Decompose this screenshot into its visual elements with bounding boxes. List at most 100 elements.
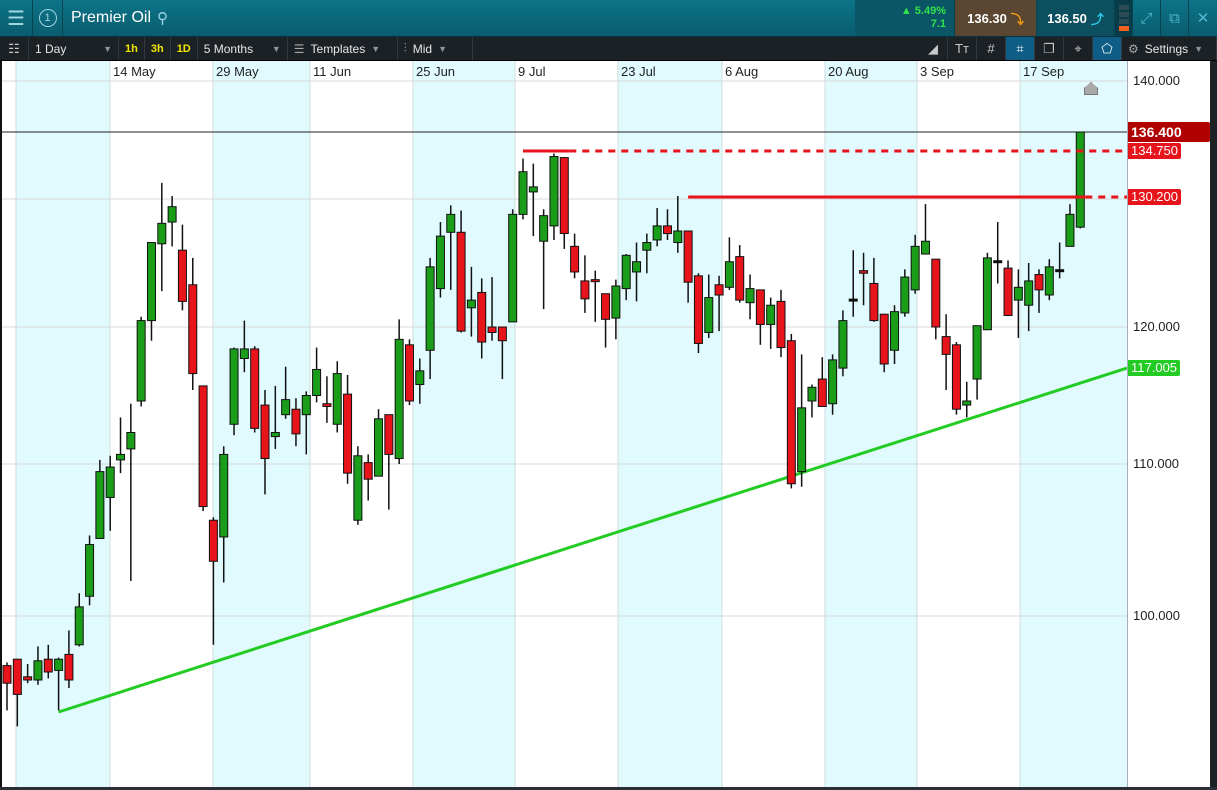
candle-body[interactable]: [982, 257, 992, 331]
candle-body[interactable]: [549, 156, 559, 227]
candle-body[interactable]: [1003, 267, 1013, 316]
candle-body[interactable]: [456, 231, 466, 332]
candle-body[interactable]: [601, 293, 611, 320]
candle-body[interactable]: [219, 453, 229, 538]
candle-body[interactable]: [931, 258, 941, 328]
candle-body[interactable]: [188, 284, 198, 375]
candle-body[interactable]: [301, 395, 311, 416]
candle-body[interactable]: [642, 242, 652, 251]
candle-body[interactable]: [425, 266, 435, 351]
candle-body[interactable]: [126, 431, 136, 450]
candle-body[interactable]: [477, 291, 487, 343]
candle-body[interactable]: [704, 297, 714, 333]
grid-icon[interactable]: #: [977, 37, 1006, 60]
candle-body[interactable]: [332, 373, 342, 425]
candle-body[interactable]: [1055, 269, 1065, 273]
settings-dropdown[interactable]: ⚙ Settings ▼: [1122, 37, 1217, 60]
candle-body[interactable]: [745, 288, 755, 304]
candle-body[interactable]: [1075, 131, 1085, 228]
quick-interval-1d[interactable]: 1D: [171, 37, 198, 60]
close-icon[interactable]: ✕: [1189, 0, 1217, 36]
candle-body[interactable]: [116, 453, 126, 461]
candle-body[interactable]: [951, 344, 961, 410]
candle-body[interactable]: [374, 418, 384, 477]
candle-body[interactable]: [683, 230, 693, 283]
candle-body[interactable]: [900, 276, 910, 314]
candle-body[interactable]: [404, 344, 414, 402]
price-tag-icon[interactable]: ⬠: [1093, 37, 1122, 60]
candle-body[interactable]: [54, 658, 64, 671]
candle-body[interactable]: [539, 215, 549, 242]
candle-body[interactable]: [33, 660, 43, 681]
candle-body[interactable]: [167, 206, 177, 223]
window-number[interactable]: 1: [33, 0, 63, 36]
candle-body[interactable]: [435, 235, 445, 290]
candle-body[interactable]: [993, 260, 1003, 264]
candle-body[interactable]: [941, 336, 951, 355]
candle-body[interactable]: [879, 313, 889, 365]
candle-body[interactable]: [766, 304, 776, 325]
templates-dropdown[interactable]: ☰ Templates ▼: [288, 37, 398, 60]
instrument-title[interactable]: Premier Oil: [71, 9, 151, 27]
popout-icon[interactable]: ⧉: [1161, 0, 1189, 36]
candle-body[interactable]: [64, 653, 74, 681]
candle-body[interactable]: [972, 325, 982, 380]
candle-body[interactable]: [910, 245, 920, 291]
candle-body[interactable]: [177, 249, 187, 302]
candle-body[interactable]: [611, 285, 621, 319]
quick-interval-1h[interactable]: 1h: [119, 37, 145, 60]
candle-body[interactable]: [136, 320, 146, 402]
candle-body[interactable]: [797, 407, 807, 473]
candle-body[interactable]: [621, 254, 631, 290]
candle-body[interactable]: [466, 299, 476, 309]
candle-body[interactable]: [446, 213, 456, 233]
candle-body[interactable]: [270, 431, 280, 438]
candle-body[interactable]: [353, 455, 363, 521]
candle-body[interactable]: [838, 320, 848, 369]
candle-body[interactable]: [693, 275, 703, 344]
candle-body[interactable]: [528, 186, 538, 193]
expand-icon[interactable]: ⤢: [1133, 0, 1161, 36]
range-dropdown[interactable]: 5 Months ▼: [198, 37, 288, 60]
text-tool-icon[interactable]: Tт: [948, 37, 977, 60]
candle-body[interactable]: [146, 242, 156, 322]
candle-body[interactable]: [848, 298, 858, 302]
chart-list-icon[interactable]: ☷: [0, 37, 29, 60]
candle-body[interactable]: [239, 348, 249, 360]
candle-body[interactable]: [652, 225, 662, 241]
layers-icon[interactable]: ❐: [1035, 37, 1064, 60]
drawing-tool-icon[interactable]: ◢: [919, 37, 948, 60]
crosshair-icon[interactable]: ⌖: [1064, 37, 1093, 60]
candle-body[interactable]: [920, 240, 930, 255]
hamburger-icon[interactable]: ☰: [0, 0, 33, 36]
candle-body[interactable]: [384, 414, 394, 455]
candle-body[interactable]: [570, 245, 580, 273]
quick-interval-3h[interactable]: 3h: [145, 37, 171, 60]
candle-body[interactable]: [1013, 286, 1023, 301]
candle-body[interactable]: [312, 368, 322, 397]
candle-body[interactable]: [632, 261, 642, 273]
candle-body[interactable]: [714, 284, 724, 296]
candle-body[interactable]: [962, 400, 972, 406]
candle-body[interactable]: [23, 676, 33, 681]
candle-body[interactable]: [208, 519, 218, 562]
candle-body[interactable]: [673, 230, 683, 244]
buy-button[interactable]: 136.50 ⤴: [1037, 0, 1115, 36]
candle-body[interactable]: [786, 340, 796, 485]
candle-body[interactable]: [1034, 274, 1044, 291]
candle-body[interactable]: [157, 222, 167, 245]
candle-body[interactable]: [95, 471, 105, 539]
candle-body[interactable]: [559, 157, 569, 235]
candle-body[interactable]: [105, 466, 115, 498]
candle-body[interactable]: [291, 408, 301, 435]
candle-body[interactable]: [828, 359, 838, 405]
candle-body[interactable]: [12, 658, 22, 695]
candle-body[interactable]: [869, 282, 879, 322]
candle-body[interactable]: [74, 606, 84, 646]
candle-body[interactable]: [85, 544, 95, 597]
candle-body[interactable]: [363, 462, 373, 480]
candle-body[interactable]: [281, 399, 291, 416]
candle-body[interactable]: [859, 270, 869, 274]
candle-body[interactable]: [2, 665, 12, 684]
candle-body[interactable]: [735, 256, 745, 301]
